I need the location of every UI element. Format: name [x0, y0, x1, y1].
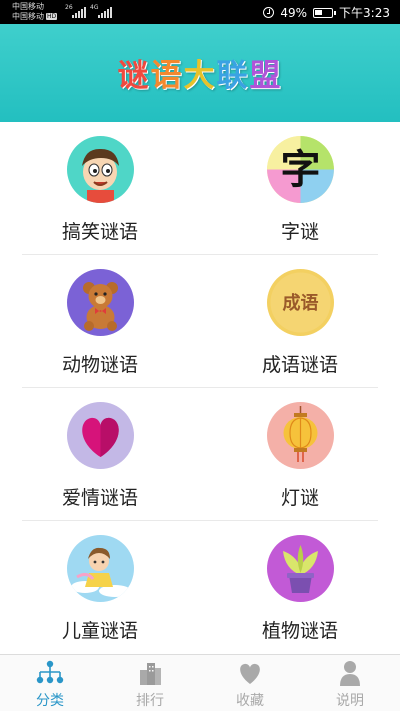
category-label: 搞笑谜语	[61, 221, 138, 243]
tab-label: 分类	[36, 693, 64, 709]
funny-boy-icon	[66, 136, 134, 203]
svg-text:字: 字	[280, 146, 320, 193]
category-label: 爱情谜语	[61, 487, 138, 509]
tab-label: 收藏	[236, 693, 264, 709]
signal-icon	[72, 6, 86, 18]
category-idiom-riddles[interactable]: 成语 成语谜语	[200, 255, 400, 387]
user-info-icon	[340, 661, 360, 686]
category-lantern-riddles[interactable]: 灯谜	[200, 388, 400, 520]
tab-label: 说明	[336, 693, 364, 709]
signal-icon-2	[98, 6, 112, 18]
heart-icon	[66, 402, 134, 469]
child-icon	[66, 535, 134, 602]
category-label: 植物谜语	[261, 620, 338, 642]
category-label: 成语谜语	[261, 354, 338, 376]
battery-percent: 49%	[280, 5, 308, 20]
carrier-label: 中国移动	[12, 2, 44, 11]
bottom-tab-bar: 分类 排行 收藏 说明	[0, 654, 400, 711]
potted-plant-icon	[266, 535, 334, 602]
battery-icon	[313, 7, 337, 18]
category-label: 动物谜语	[61, 354, 138, 376]
lantern-icon	[266, 402, 334, 469]
category-character-riddles[interactable]: 字 字谜	[200, 122, 400, 254]
app-title: 谜语大联盟	[117, 58, 283, 94]
category-label: 字谜	[280, 221, 319, 243]
tab-label: 排行	[136, 693, 164, 709]
app-header: 谜语大联盟	[0, 24, 400, 122]
category-animal-riddles[interactable]: 动物谜语	[0, 255, 200, 387]
hd-badge: HD	[46, 13, 58, 20]
ranking-buildings-icon	[140, 663, 161, 685]
category-love-riddles[interactable]: 爱情谜语	[0, 388, 200, 520]
favorite-heart-icon	[240, 663, 260, 684]
tab-ranking[interactable]: 排行	[100, 655, 200, 711]
carrier-label-2: 中国移动 HD	[12, 12, 58, 21]
tab-info[interactable]: 说明	[300, 655, 400, 711]
status-bar: 中国移动 中国移动 HD 26 4G 49% 下午3:23	[0, 0, 400, 24]
tab-category[interactable]: 分类	[0, 655, 100, 711]
category-label: 儿童谜语	[61, 620, 138, 642]
clock: 下午3:23	[339, 6, 390, 20]
category-funny-riddles[interactable]: 搞笑谜语	[0, 122, 200, 254]
category-children-riddles[interactable]: 儿童谜语	[0, 521, 200, 653]
idiom-chengyu-icon: 成语	[266, 269, 334, 336]
alarm-icon	[263, 7, 275, 18]
tab-favorites[interactable]: 收藏	[200, 655, 300, 711]
idiom-icon-text: 成语	[282, 292, 318, 314]
category-label: 灯谜	[280, 487, 319, 509]
category-plant-riddles[interactable]: 植物谜语	[200, 521, 400, 653]
category-tree-icon	[36, 660, 64, 684]
character-zi-icon: 字	[266, 136, 334, 203]
teddy-bear-icon	[66, 269, 134, 336]
category-grid: 搞笑谜语 字 字谜 动物谜语 成语 成语谜语 爱情谜语 灯谜 儿童谜语 植物谜语	[0, 122, 400, 654]
